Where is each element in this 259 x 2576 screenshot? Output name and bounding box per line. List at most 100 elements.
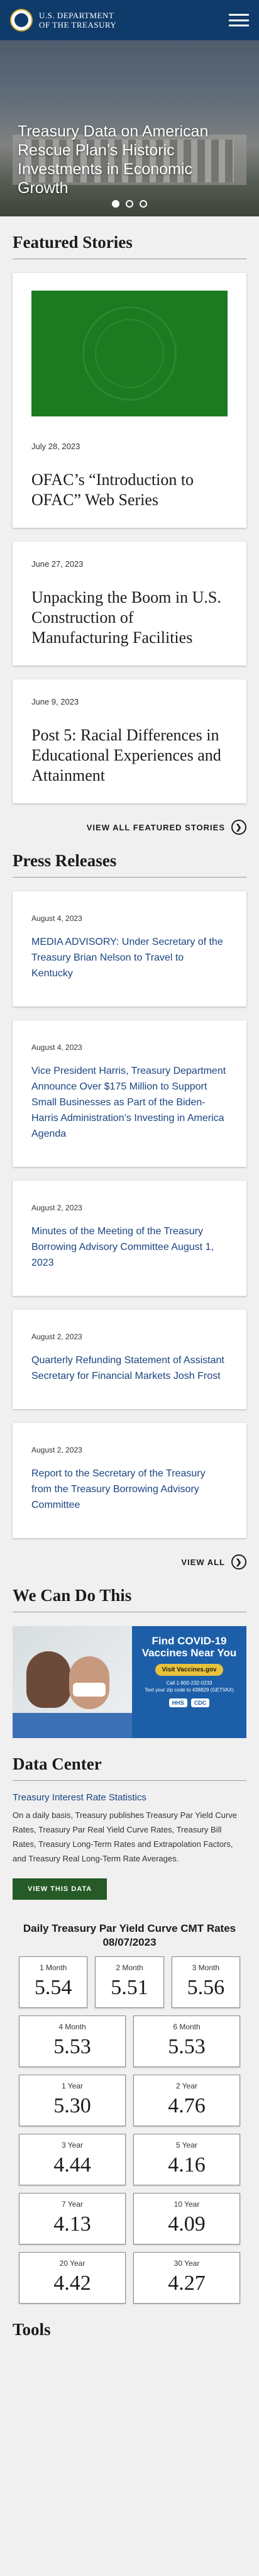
site-header: U.S. DEPARTMENT OF THE TREASURY [0,0,259,40]
rate-cell: 3 Month 5.56 [171,1956,240,2008]
carousel-dots [0,200,259,208]
press-item[interactable]: August 2, 2023 Minutes of the Meeting of… [13,1181,246,1296]
hhs-logo: HHS [168,1698,187,1707]
press-title-link[interactable]: MEDIA ADVISORY: Under Secretary of the T… [31,934,228,981]
press-item[interactable]: August 4, 2023 MEDIA ADVISORY: Under Sec… [13,891,246,1006]
rate-cell: 5 Year 4.16 [133,2134,240,2185]
rate-value: 4.13 [53,2212,91,2236]
brand-line-2: OF THE TREASURY [39,20,117,30]
rate-label: 6 Month [173,2022,201,2031]
featured-heading: Featured Stories [13,216,246,259]
brand-line-1: U.S. DEPARTMENT [39,11,114,20]
rate-value: 5.51 [111,1976,148,1999]
treasury-seal-logo[interactable] [10,9,33,31]
rate-value: 5.54 [34,1976,72,1999]
covid-vaccine-banner[interactable]: Find COVID-19 Vaccines Near You Visit Va… [13,1626,246,1738]
chevron-right-icon: ❯ [231,1554,246,1570]
press-date: August 2, 2023 [31,1203,82,1212]
press-title-link[interactable]: Minutes of the Meeting of the Treasury B… [31,1224,228,1271]
yield-curve-date: 08/07/2023 [102,1936,157,1948]
rate-value: 5.53 [168,2035,206,2058]
featured-card[interactable]: July 28, 2023 OFAC’s “Introduction to OF… [13,273,246,528]
yield-curve-title: Daily Treasury Par Yield Curve CMT Rates [23,1922,236,1934]
featured-card-image [31,291,228,416]
agency-logos: HHS CDC [137,1698,241,1707]
rate-label: 20 Year [59,2259,85,2268]
view-this-data-button[interactable]: VIEW THIS DATA [13,1878,107,1900]
view-all-press-link[interactable]: VIEW ALL ❯ [13,1554,246,1570]
rate-label: 2 Year [175,2082,198,2090]
rate-label: 30 Year [174,2259,200,2268]
press-date: August 2, 2023 [31,1332,82,1341]
press-title-link[interactable]: Report to the Secretary of the Treasury … [31,1466,228,1513]
site-brand[interactable]: U.S. DEPARTMENT OF THE TREASURY [39,11,116,30]
press-title-link[interactable]: Vice President Harris, Treasury Departme… [31,1063,228,1142]
rate-value: 4.76 [168,2094,206,2117]
cdc-logo: CDC [190,1698,210,1707]
tools-heading: Tools [13,2320,51,2339]
press-item[interactable]: August 4, 2023 Vice President Harris, Tr… [13,1020,246,1167]
rate-label: 1 Month [39,1963,67,1972]
rate-cell: 20 Year 4.42 [19,2252,126,2304]
rate-cell: 30 Year 4.27 [133,2252,240,2304]
rate-cell: 1 Month 5.54 [19,1956,88,2008]
card-title[interactable]: Unpacking the Boom in U.S. Construction … [31,588,228,648]
rate-label: 1 Year [61,2082,84,2090]
press-date: August 2, 2023 [31,1446,82,1454]
rate-value: 4.16 [168,2153,206,2177]
card-title[interactable]: OFAC’s “Introduction to OFAC” Web Series [31,470,228,510]
rate-value: 4.09 [168,2212,206,2236]
hamburger-menu-icon[interactable] [229,14,249,26]
rate-cell: 3 Year 4.44 [19,2134,126,2185]
hero-carousel[interactable]: Treasury Data on American Rescue Plan’s … [0,40,259,216]
press-item[interactable]: August 2, 2023 Report to the Secretary o… [13,1423,246,1538]
card-date: July 28, 2023 [31,442,80,451]
press-title-link[interactable]: Quarterly Refunding Statement of Assista… [31,1352,228,1384]
rate-value: 4.42 [53,2272,91,2295]
wecando-heading: We Can Do This [13,1570,246,1612]
vaccine-ad-call: Call 1-800-232-0233 [166,1680,212,1686]
vaccine-ad-text: Text your zip code to 438829 (GETVAX) [145,1687,234,1693]
rate-label: 5 Year [175,2141,198,2149]
featured-card[interactable]: June 9, 2023 Post 5: Racial Differences … [13,679,246,803]
page: U.S. DEPARTMENT OF THE TREASURY Treasury… [0,0,259,2576]
card-date: June 27, 2023 [31,559,84,569]
rate-cell: 2 Month 5.51 [95,1956,164,2008]
hero-title[interactable]: Treasury Data on American Rescue Plan’s … [18,122,246,198]
chevron-right-icon: ❯ [231,820,246,835]
view-all-featured-label: VIEW ALL FEATURED STORIES [86,822,225,832]
rate-label: 3 Year [61,2141,84,2149]
rate-label: 4 Month [58,2022,86,2031]
card-title[interactable]: Post 5: Racial Differences in Educationa… [31,725,228,786]
carousel-dot-3[interactable] [140,200,147,208]
press-date: August 4, 2023 [31,1043,82,1052]
rate-cell: 6 Month 5.53 [133,2016,240,2067]
interest-rate-stats-link[interactable]: Treasury Interest Rate Statistics [13,1792,246,1803]
datacenter-description: On a daily basis, Treasury publishes Tre… [13,1810,237,1863]
carousel-dot-2[interactable] [126,200,133,208]
vaccine-ad: Find COVID-19 Vaccines Near You Visit Va… [132,1626,246,1738]
vaccine-photo [13,1626,132,1738]
datacenter-heading: Data Center [13,1738,246,1781]
rate-cell: 10 Year 4.09 [133,2193,240,2244]
view-all-press-label: VIEW ALL [181,1557,225,1567]
rate-cell: 4 Month 5.53 [19,2016,126,2067]
press-item[interactable]: August 2, 2023 Quarterly Refunding State… [13,1310,246,1409]
rate-cell: 2 Year 4.76 [133,2075,240,2126]
press-heading: Press Releases [13,835,246,878]
carousel-dot-1[interactable] [112,200,119,208]
rate-value: 5.53 [53,2035,91,2058]
featured-card[interactable]: June 27, 2023 Unpacking the Boom in U.S.… [13,542,246,666]
rate-label: 7 Year [61,2200,84,2209]
rate-cell: 1 Year 5.30 [19,2075,126,2126]
vaccines-gov-button[interactable]: Visit Vaccines.gov [155,1664,223,1676]
press-date: August 4, 2023 [31,914,82,923]
rate-value: 5.56 [187,1976,225,1999]
rate-value: 4.44 [53,2153,91,2177]
view-all-featured-link[interactable]: VIEW ALL FEATURED STORIES ❯ [13,820,246,835]
rate-cell: 7 Year 4.13 [19,2193,126,2244]
yield-grid-top: 1 Month 5.54 2 Month 5.51 3 Month 5.56 [0,1950,259,2008]
datacenter-body: Treasury Interest Rate Statistics On a d… [0,1781,259,1900]
card-date: June 9, 2023 [31,697,79,706]
rate-value: 4.27 [168,2272,206,2295]
